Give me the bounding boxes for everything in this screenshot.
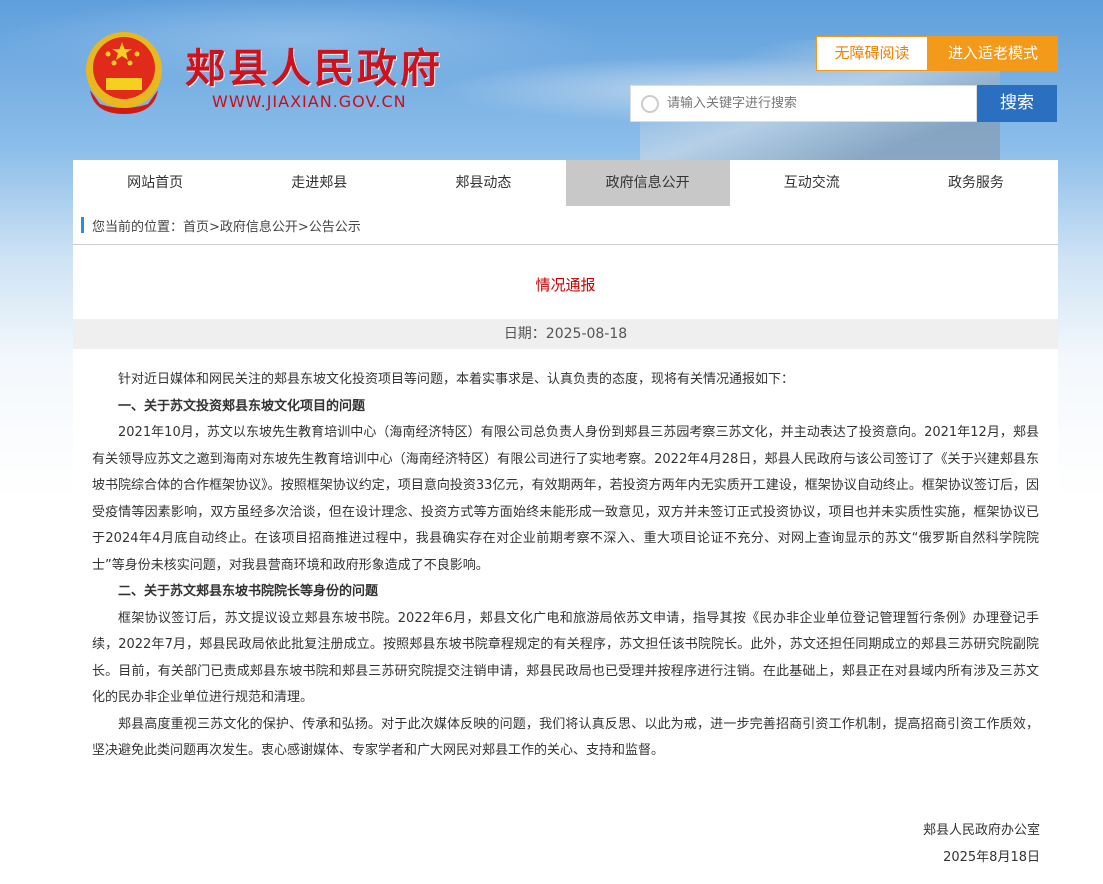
nav-item-services[interactable]: 政务服务: [894, 160, 1058, 206]
main-container: 网站首页 走进郏县 郏县动态 政府信息公开 互动交流 政务服务 您当前的位置： …: [73, 160, 1058, 884]
paragraph: 针对近日媒体和网民关注的郏县东坡文化投资项目等问题，本着实事求是、认真负责的态度…: [92, 367, 1039, 394]
site-title: 郏县人民政府: [185, 36, 443, 94]
national-emblem-icon: [84, 30, 164, 118]
breadcrumb-marker: [81, 217, 84, 233]
breadcrumb: 您当前的位置： 首页>政府信息公开>公告公示: [73, 206, 1058, 245]
article-body: 针对近日媒体和网民关注的郏县东坡文化投资项目等问题，本着实事求是、认真负责的态度…: [73, 349, 1058, 765]
paragraph: 2021年10月，苏文以东坡先生教育培训中心（海南经济特区）有限公司总负责人身份…: [92, 420, 1039, 579]
search-icon: [641, 95, 659, 113]
search-box: [630, 85, 977, 122]
paragraph: 郏县高度重视三苏文化的保护、传承和弘扬。对于此次媒体反映的问题，我们将认真反思、…: [92, 712, 1039, 765]
nav-item-interaction[interactable]: 互动交流: [730, 160, 894, 206]
header-banner: 郏县人民政府 WWW.JIAXIAN.GOV.CN 无障碍阅读 进入适老模式 搜…: [0, 0, 1103, 160]
site-url: WWW.JIAXIAN.GOV.CN: [212, 92, 407, 111]
elder-mode-button[interactable]: 进入适老模式: [928, 36, 1058, 71]
nav-item-about[interactable]: 走进郏县: [237, 160, 401, 206]
paragraph: 框架协议签订后，苏文提议设立郏县东坡书院。2022年6月，郏县文化广电和旅游局依…: [92, 606, 1039, 712]
article-date: 日期：2025-08-18: [73, 319, 1058, 349]
nav-item-news[interactable]: 郏县动态: [401, 160, 565, 206]
search-button[interactable]: 搜索: [977, 85, 1057, 122]
signature-block: 郏县人民政府办公室 2025年8月18日: [73, 817, 1058, 871]
signature: 郏县人民政府办公室: [73, 817, 1040, 844]
section-heading: 二、关于苏文郏县东坡书院院长等身份的问题: [92, 579, 1039, 606]
signature-date: 2025年8月18日: [73, 844, 1040, 871]
search-input[interactable]: [667, 96, 976, 111]
main-nav: 网站首页 走进郏县 郏县动态 政府信息公开 互动交流 政务服务: [73, 160, 1058, 206]
breadcrumb-prefix: 您当前的位置：: [92, 216, 183, 235]
nav-item-gov-info[interactable]: 政府信息公开: [566, 160, 730, 206]
article-title: 情况通报: [73, 245, 1058, 319]
accessibility-button[interactable]: 无障碍阅读: [816, 36, 928, 71]
section-heading: 一、关于苏文投资郏县东坡文化项目的问题: [92, 394, 1039, 421]
breadcrumb-path[interactable]: 首页>政府信息公开>公告公示: [183, 216, 361, 235]
nav-item-home[interactable]: 网站首页: [73, 160, 237, 206]
